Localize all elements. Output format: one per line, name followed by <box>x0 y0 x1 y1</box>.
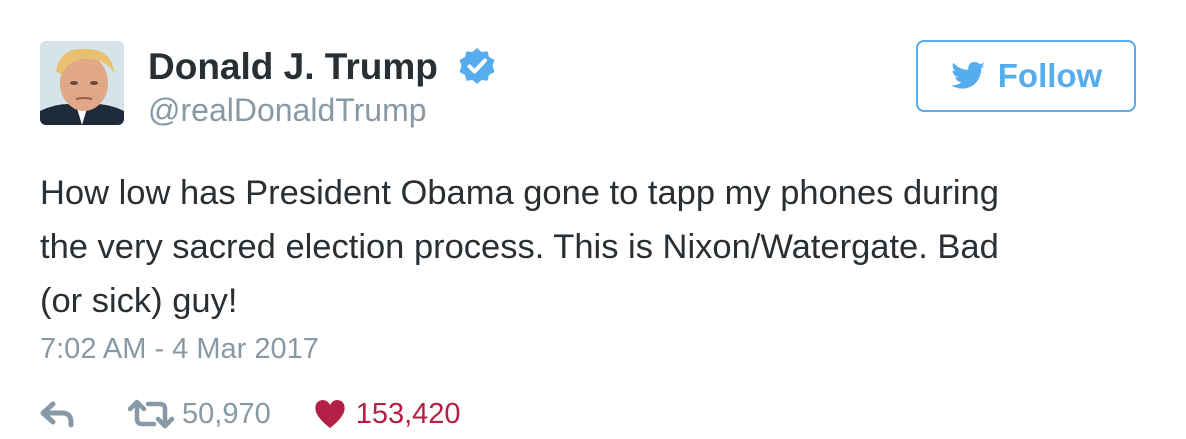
twitter-bird-icon <box>950 62 985 89</box>
reply-icon <box>40 401 74 428</box>
tweet-timestamp[interactable]: 7:02 AM - 4 Mar 2017 <box>40 331 319 367</box>
display-name[interactable]: Donald J. Trump <box>148 45 438 89</box>
retweet-button[interactable]: 50,970 <box>76 396 271 432</box>
like-button[interactable]: 153,420 <box>271 396 461 432</box>
tweet-text: How low has President Obama gone to tapp… <box>40 174 999 320</box>
retweet-icon <box>128 399 174 429</box>
like-count: 153,420 <box>355 398 461 430</box>
follow-button[interactable]: Follow <box>916 40 1136 112</box>
avatar-image <box>40 41 124 125</box>
verified-badge-icon <box>459 48 495 84</box>
follow-label: Follow <box>997 57 1103 94</box>
reply-button[interactable] <box>40 400 76 428</box>
avatar[interactable] <box>40 41 124 125</box>
tweet-card: Donald J. Trump @realDonaldTrump Follow … <box>0 0 1186 439</box>
heart-icon <box>315 399 345 428</box>
retweet-count: 50,970 <box>182 398 271 430</box>
tweet-actions: 50,970 153,420 <box>40 394 461 434</box>
user-handle[interactable]: @realDonaldTrump <box>148 90 427 130</box>
